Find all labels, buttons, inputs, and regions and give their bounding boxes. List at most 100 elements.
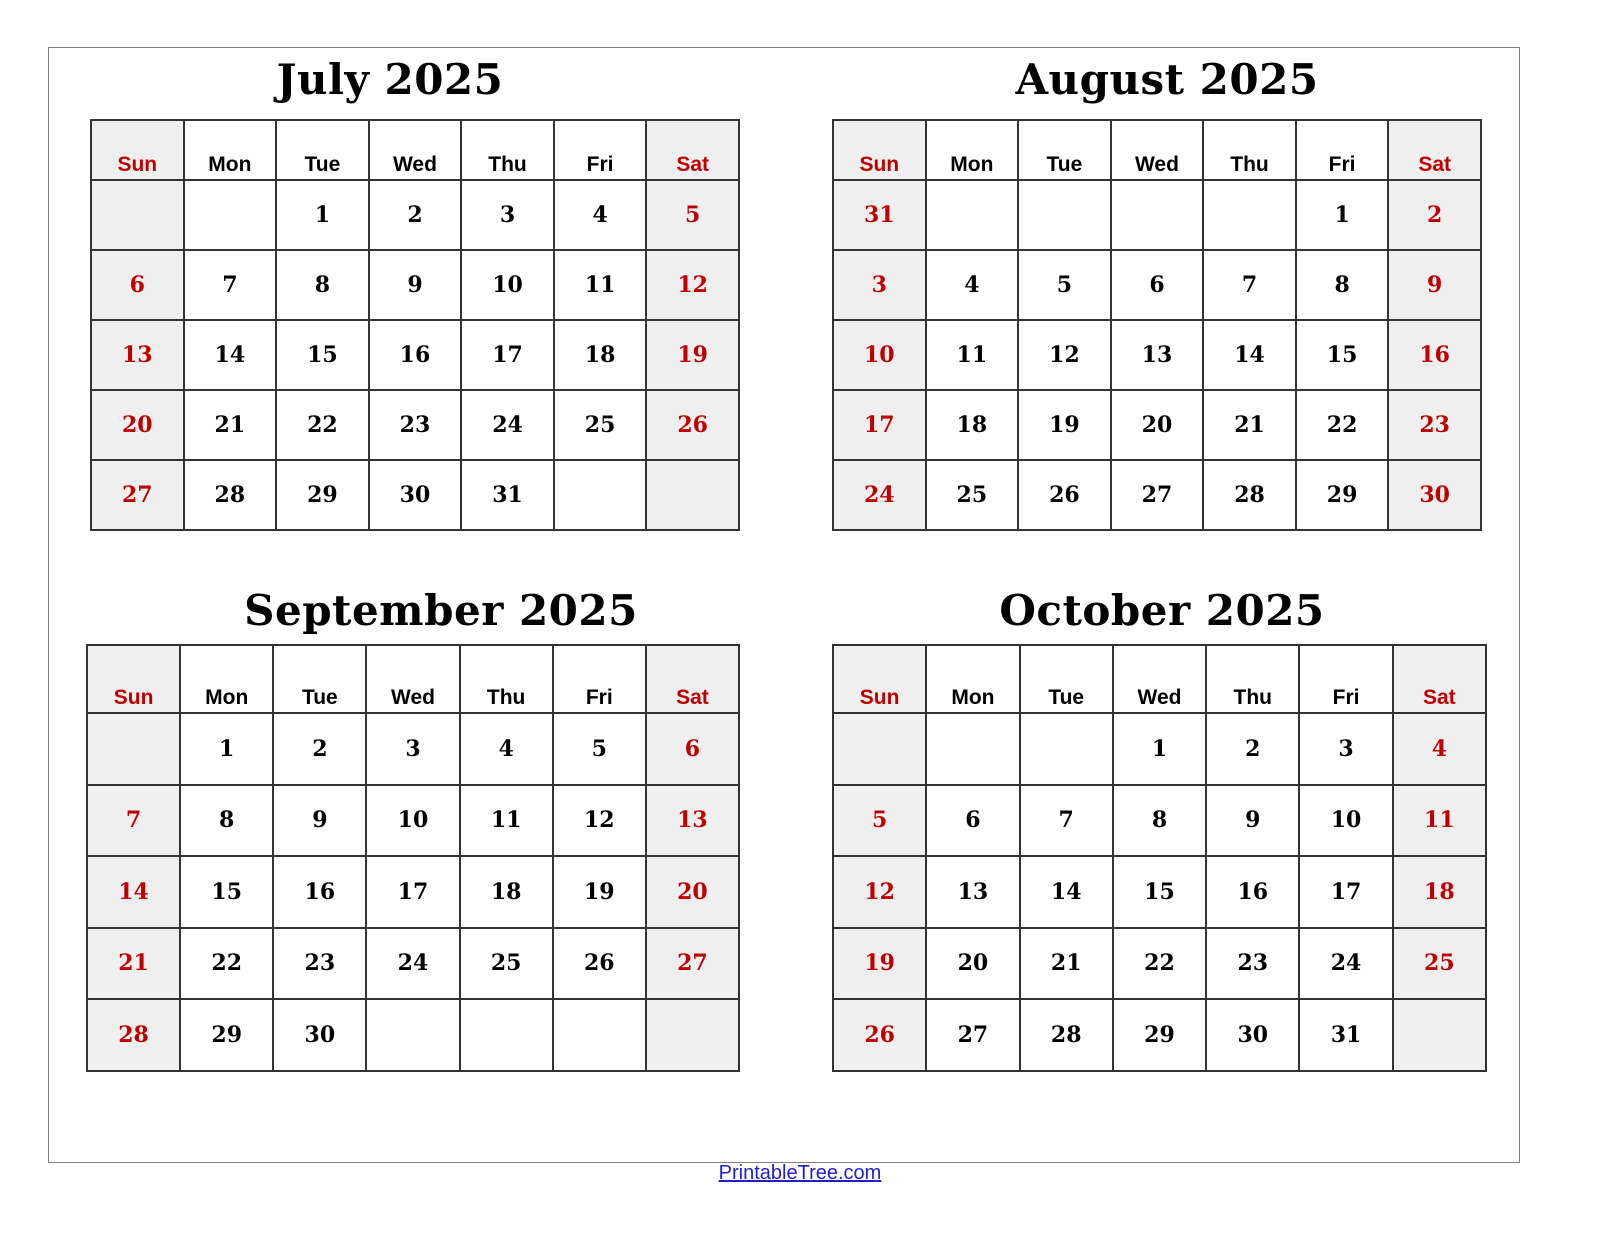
day-cell: 2 (367, 179, 463, 251)
day-cell: 2 (1205, 712, 1301, 786)
weekday-header: Sun (90, 119, 185, 181)
day-cell: 3 (832, 249, 927, 321)
day-cell (831, 712, 928, 786)
weekday-header: Thu (458, 644, 554, 714)
day-cell: 21 (1018, 926, 1114, 1000)
day-cell (644, 998, 741, 1072)
day-cell: 15 (275, 319, 370, 391)
day-cell: 10 (832, 319, 927, 391)
day-cell: 6 (90, 249, 185, 321)
footer: PrintableTree.com (0, 1162, 1600, 1185)
day-cell: 4 (1391, 712, 1488, 786)
day-cell: 9 (1387, 249, 1482, 321)
day-cell: 28 (85, 998, 182, 1072)
day-cell: 19 (1017, 389, 1112, 461)
day-cell: 27 (1109, 459, 1205, 531)
day-cell: 17 (460, 319, 555, 391)
day-cell: 16 (367, 319, 463, 391)
day-cell: 8 (1294, 249, 1390, 321)
week-row: 20 21 22 23 24 25 26 (90, 389, 740, 461)
weekday-header: Thu (1205, 644, 1301, 714)
day-cell: 21 (182, 389, 278, 461)
day-cell: 30 (1205, 998, 1301, 1072)
day-cell: 30 (272, 998, 368, 1072)
day-cell: 13 (1109, 319, 1205, 391)
day-cell: 5 (551, 712, 647, 786)
week-row: 7 8 9 10 11 12 13 (85, 783, 741, 857)
week-row: 31 1 2 (832, 179, 1482, 251)
day-cell: 10 (365, 783, 461, 857)
day-cell: 28 (1202, 459, 1297, 531)
week-row: 26 27 28 29 30 31 (831, 998, 1488, 1072)
month-title: July 2025 (276, 55, 504, 104)
day-cell: 17 (365, 855, 461, 929)
month-title: October 2025 (999, 586, 1325, 635)
day-cell: 14 (1018, 855, 1114, 929)
day-cell (1017, 179, 1112, 251)
day-cell: 20 (644, 855, 741, 929)
day-cell (924, 179, 1020, 251)
day-cell: 8 (275, 249, 370, 321)
site-link[interactable]: PrintableTree.com (719, 1162, 882, 1184)
week-row: 13 14 15 16 17 18 19 (90, 319, 740, 391)
week-row: 3456789 (832, 249, 1482, 321)
weekday-header: Tue (1017, 119, 1112, 181)
day-cell: 5 (831, 783, 928, 857)
day-cell: 29 (275, 459, 370, 531)
day-cell: 21 (85, 926, 182, 1000)
day-cell: 25 (458, 926, 554, 1000)
day-cell: 16 (1387, 319, 1482, 391)
week-row: 1234 (831, 712, 1488, 786)
day-cell (645, 459, 740, 531)
weekday-header: Mon (925, 644, 1021, 714)
day-cell: 14 (1202, 319, 1297, 391)
day-cell: 18 (552, 319, 648, 391)
day-cell: 22 (1111, 926, 1208, 1000)
day-cell: 24 (460, 389, 555, 461)
month-title: September 2025 (244, 586, 638, 635)
weekday-header: Mon (182, 119, 278, 181)
month-calendar-table: Sun Mon Tue Wed Thu Fri Sat 1 2 3 4 5 6 7 8 9 10 11 12 13 14… (90, 119, 740, 531)
day-cell: 26 (551, 926, 647, 1000)
day-cell: 29 (1294, 459, 1390, 531)
day-cell: 23 (272, 926, 368, 1000)
weekday-header: Wed (367, 119, 463, 181)
weekday-header: Sat (1387, 119, 1482, 181)
week-row: 5 6 7 8 9 10 11 (831, 783, 1488, 857)
weekday-header: Sat (644, 644, 741, 714)
day-cell: 20 (925, 926, 1021, 1000)
day-cell: 18 (1391, 855, 1488, 929)
day-cell: 12 (645, 249, 740, 321)
day-cell (925, 712, 1021, 786)
day-cell: 30 (1387, 459, 1482, 531)
month-calendar-table: Sun Mon Tue Wed Thu Fri Sat 1 2 3 4 5 6 7 8 9 10 11 12 13 14… (831, 644, 1488, 1072)
day-cell: 15 (1294, 319, 1390, 391)
day-cell: 4 (552, 179, 648, 251)
day-cell: 19 (551, 855, 647, 929)
day-cell: 23 (367, 389, 463, 461)
day-cell: 23 (1387, 389, 1482, 461)
day-cell: 20 (90, 389, 185, 461)
weekday-header: Sun (832, 119, 927, 181)
day-cell: 4 (924, 249, 1020, 321)
day-cell: 22 (179, 926, 275, 1000)
day-cell: 27 (644, 926, 741, 1000)
day-cell: 12 (831, 855, 928, 929)
day-cell: 24 (832, 459, 927, 531)
day-cell (551, 998, 647, 1072)
day-cell: 12 (551, 783, 647, 857)
day-cell: 2 (1387, 179, 1482, 251)
weekday-header: Fri (552, 119, 648, 181)
day-cell: 13 (925, 855, 1021, 929)
week-row: 24 25 26 27 28 29 30 (832, 459, 1482, 531)
day-cell: 7 (1202, 249, 1297, 321)
weekday-header: Sun (831, 644, 928, 714)
weekday-header: Wed (365, 644, 461, 714)
day-cell: 3 (460, 179, 555, 251)
week-row: 21 22 23 24 25 26 27 (85, 926, 741, 1000)
day-cell: 1 (1294, 179, 1390, 251)
day-cell: 9 (367, 249, 463, 321)
day-cell: 11 (924, 319, 1020, 391)
weekday-header-row: Sun Mon Tue Wed Thu Fri Sat (90, 119, 740, 181)
day-cell (1391, 998, 1488, 1072)
